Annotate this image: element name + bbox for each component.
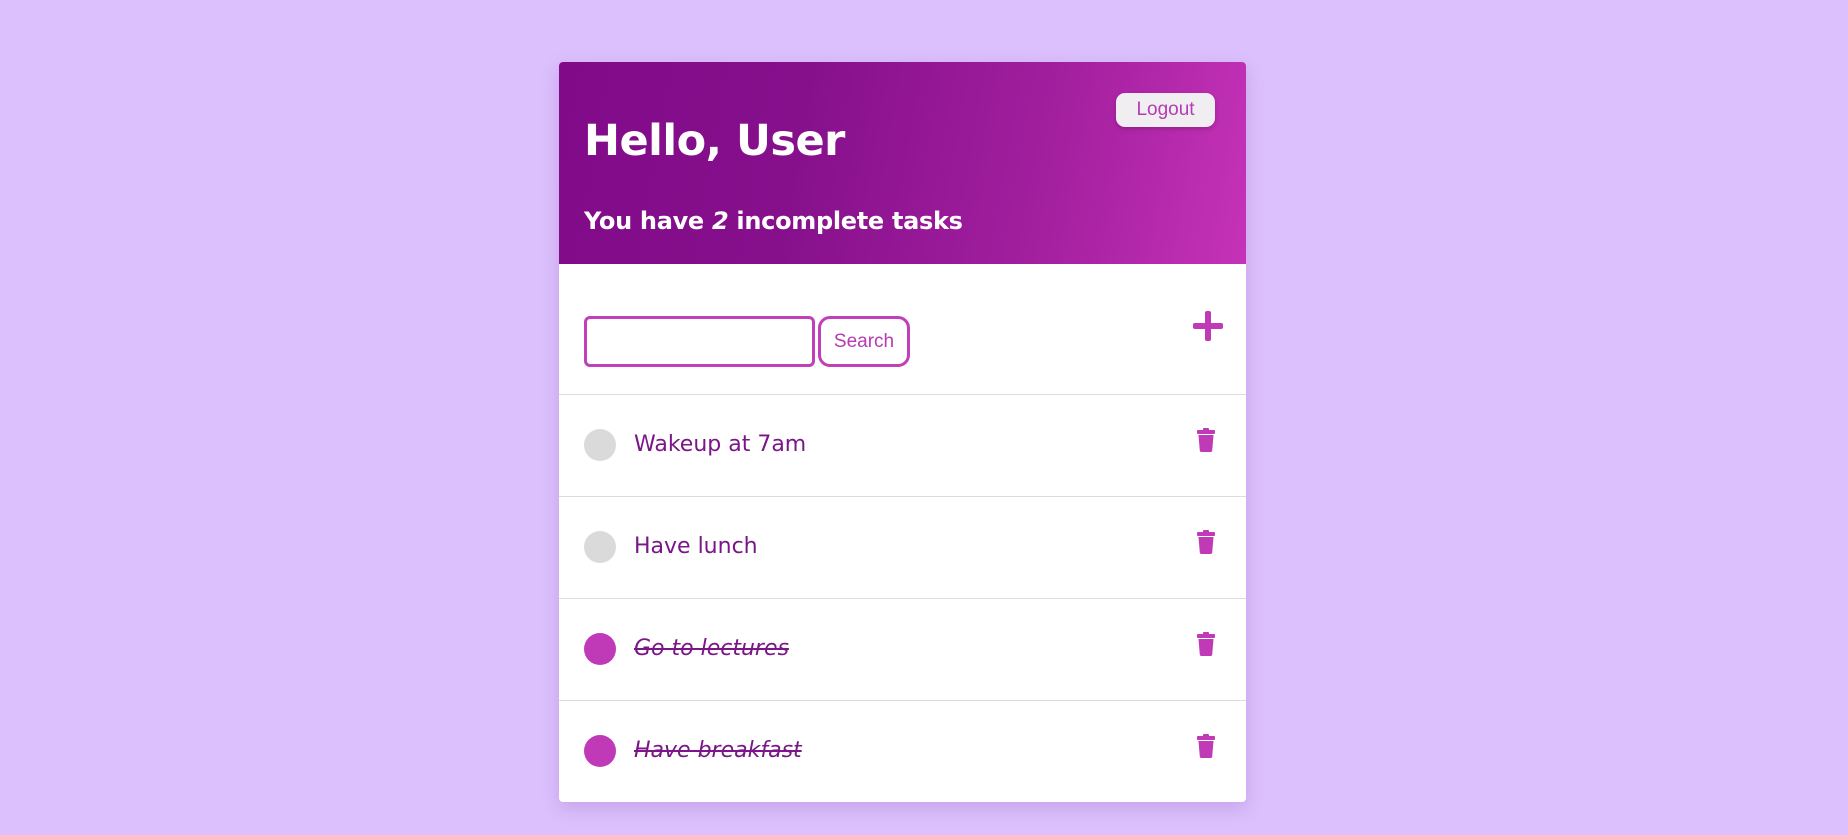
task-summary: You have 2 incomplete tasks <box>584 207 963 235</box>
task-complete-toggle[interactable] <box>584 531 616 563</box>
delete-task-button[interactable] <box>1197 530 1215 554</box>
trash-icon <box>1197 428 1215 452</box>
trash-icon <box>1197 632 1215 656</box>
plus-icon <box>1193 311 1223 341</box>
delete-task-button[interactable] <box>1197 734 1215 758</box>
todo-card: Hello, User You have 2 incomplete tasks … <box>559 62 1246 802</box>
task-text: Have lunch <box>634 534 758 559</box>
task-complete-toggle[interactable] <box>584 633 616 665</box>
task-item: Have lunch <box>559 497 1246 599</box>
task-text: Have breakfast <box>634 738 802 763</box>
task-list: Wakeup at 7am Have lunch Go to lectures … <box>559 395 1246 802</box>
task-item: Wakeup at 7am <box>559 395 1246 497</box>
task-complete-toggle[interactable] <box>584 429 616 461</box>
logout-button[interactable]: Logout <box>1116 93 1215 127</box>
delete-task-button[interactable] <box>1197 632 1215 656</box>
summary-suffix: incomplete tasks <box>728 207 963 235</box>
summary-prefix: You have <box>584 207 712 235</box>
delete-task-button[interactable] <box>1197 428 1215 452</box>
task-item: Have breakfast <box>559 701 1246 802</box>
trash-icon <box>1197 734 1215 758</box>
trash-icon <box>1197 530 1215 554</box>
task-complete-toggle[interactable] <box>584 735 616 767</box>
search-toolbar: Search <box>559 264 1246 395</box>
search-button[interactable]: Search <box>818 316 910 367</box>
add-task-button[interactable] <box>1190 308 1226 344</box>
greeting-title: Hello, User <box>584 116 845 166</box>
incomplete-count: 2 <box>711 207 729 235</box>
header: Hello, User You have 2 incomplete tasks … <box>559 62 1246 264</box>
task-item: Go to lectures <box>559 599 1246 701</box>
task-text: Wakeup at 7am <box>634 432 807 457</box>
search-input[interactable] <box>584 316 815 367</box>
task-text: Go to lectures <box>634 636 789 661</box>
